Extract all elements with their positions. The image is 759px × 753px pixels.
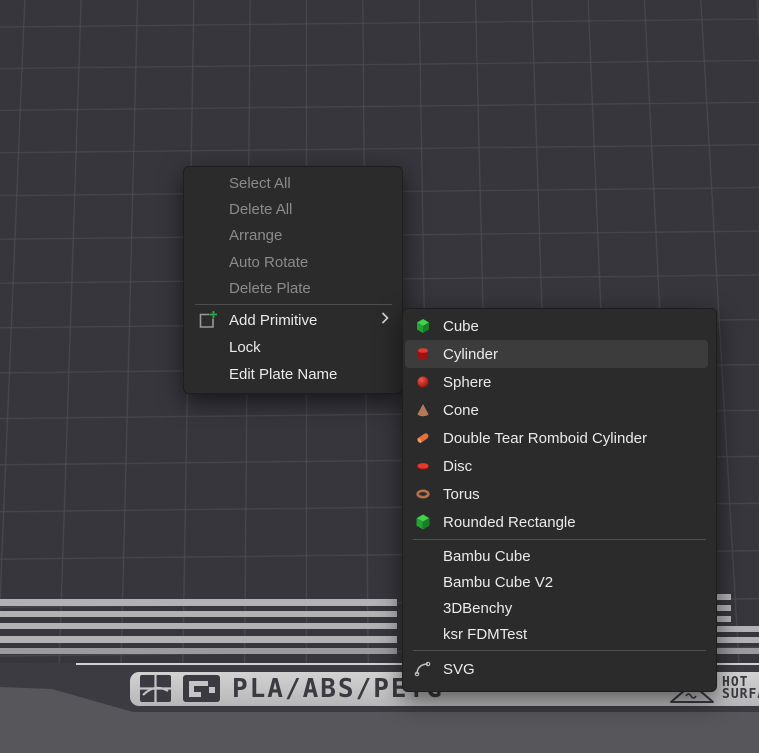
plate-context-menu: Select All Delete All Arrange Auto Rotat… (183, 166, 403, 394)
plate-stripe (0, 623, 397, 629)
submenu-item-rounded-rectangle[interactable]: Rounded Rectangle (403, 508, 716, 536)
submenu-item-label: Double Tear Romboid Cylinder (443, 430, 647, 447)
menu-item-delete-all: Delete All (184, 196, 402, 222)
plate-stripe (0, 599, 397, 606)
menu-item-auto-rotate: Auto Rotate (184, 249, 402, 275)
submenu-item-torus[interactable]: Torus (403, 480, 716, 508)
submenu-item-label: Cube (443, 318, 479, 335)
menu-item-label: Arrange (229, 227, 282, 244)
plate-stripe (717, 637, 759, 643)
plate-stripe (717, 594, 731, 600)
cone-icon (412, 399, 434, 421)
submenu-item-label: Bambu Cube V2 (443, 574, 553, 591)
menu-item-select-all: Select All (184, 170, 402, 196)
submenu-item-3dbenchy[interactable]: 3DBenchy (403, 595, 716, 621)
plate-stripe (717, 648, 759, 654)
submenu-item-disc[interactable]: Disc (403, 452, 716, 480)
submenu-item-label: Sphere (443, 374, 491, 391)
plate-stripe (0, 648, 397, 654)
submenu-item-label: 3DBenchy (443, 600, 512, 617)
submenu-item-label: Cylinder (443, 346, 498, 363)
cube-icon (412, 315, 434, 337)
submenu-item-cube[interactable]: Cube (403, 312, 716, 340)
menu-separator (413, 650, 706, 651)
add-primitive-icon (196, 309, 218, 331)
disc-icon (412, 455, 434, 477)
sphere-icon (412, 371, 434, 393)
romboid-cylinder-icon (412, 427, 434, 449)
submenu-item-cone[interactable]: Cone (403, 396, 716, 424)
cylinder-icon (412, 343, 434, 365)
menu-item-label: Delete All (229, 201, 292, 218)
plate-stripe (0, 611, 397, 617)
submenu-item-label: Torus (443, 486, 480, 503)
menu-item-label: Lock (229, 339, 261, 356)
plate-stripe (717, 626, 759, 632)
submenu-item-label: Bambu Cube (443, 548, 531, 565)
svg-curve-icon (412, 658, 434, 680)
submenu-item-ksr-fdmtest[interactable]: ksr FDMTest (403, 621, 716, 647)
menu-item-lock[interactable]: Lock (184, 334, 402, 361)
menu-separator (413, 539, 706, 540)
plate-stripe (717, 616, 731, 622)
submenu-item-svg[interactable]: SVG (403, 655, 716, 683)
menu-item-add-primitive[interactable]: Add Primitive (184, 307, 402, 334)
submenu-item-bambu-cube[interactable]: Bambu Cube (403, 543, 716, 569)
menu-item-arrange: Arrange (184, 223, 402, 249)
submenu-item-bambu-cube-v2[interactable]: Bambu Cube V2 (403, 569, 716, 595)
slicer-3d-viewport: PLA/ABS/PETG HOT SURFACE Select All Dele… (0, 0, 759, 753)
menu-item-delete-plate: Delete Plate (184, 276, 402, 302)
plate-qr-logo-icon (183, 675, 220, 706)
hot-surface-line2: SURFACE (722, 689, 759, 701)
rounded-rectangle-icon (412, 511, 434, 533)
submenu-chevron-icon (381, 312, 389, 329)
hot-surface-warning-text: HOT SURFACE (722, 677, 759, 701)
menu-item-label: Auto Rotate (229, 254, 308, 271)
submenu-item-sphere[interactable]: Sphere (403, 368, 716, 396)
torus-icon (412, 483, 434, 505)
submenu-item-label: Disc (443, 458, 472, 475)
menu-item-label: Select All (229, 175, 291, 192)
submenu-item-double-tear-romboid-cylinder[interactable]: Double Tear Romboid Cylinder (403, 424, 716, 452)
submenu-item-label: SVG (443, 661, 475, 678)
bambu-swirl-logo-icon (140, 675, 171, 706)
menu-item-label: Edit Plate Name (229, 366, 337, 383)
menu-item-edit-plate-name[interactable]: Edit Plate Name (184, 361, 402, 388)
plate-stripe (0, 636, 397, 643)
add-primitive-submenu: Cube Cylinder Sphere (402, 308, 717, 692)
submenu-item-cylinder[interactable]: Cylinder (403, 340, 716, 368)
menu-item-label: Delete Plate (229, 280, 311, 297)
plate-stripe (717, 605, 731, 611)
menu-separator (195, 304, 392, 305)
menu-item-label: Add Primitive (229, 312, 317, 329)
submenu-item-label: Rounded Rectangle (443, 514, 576, 531)
submenu-item-label: Cone (443, 402, 479, 419)
submenu-item-label: ksr FDMTest (443, 626, 527, 643)
